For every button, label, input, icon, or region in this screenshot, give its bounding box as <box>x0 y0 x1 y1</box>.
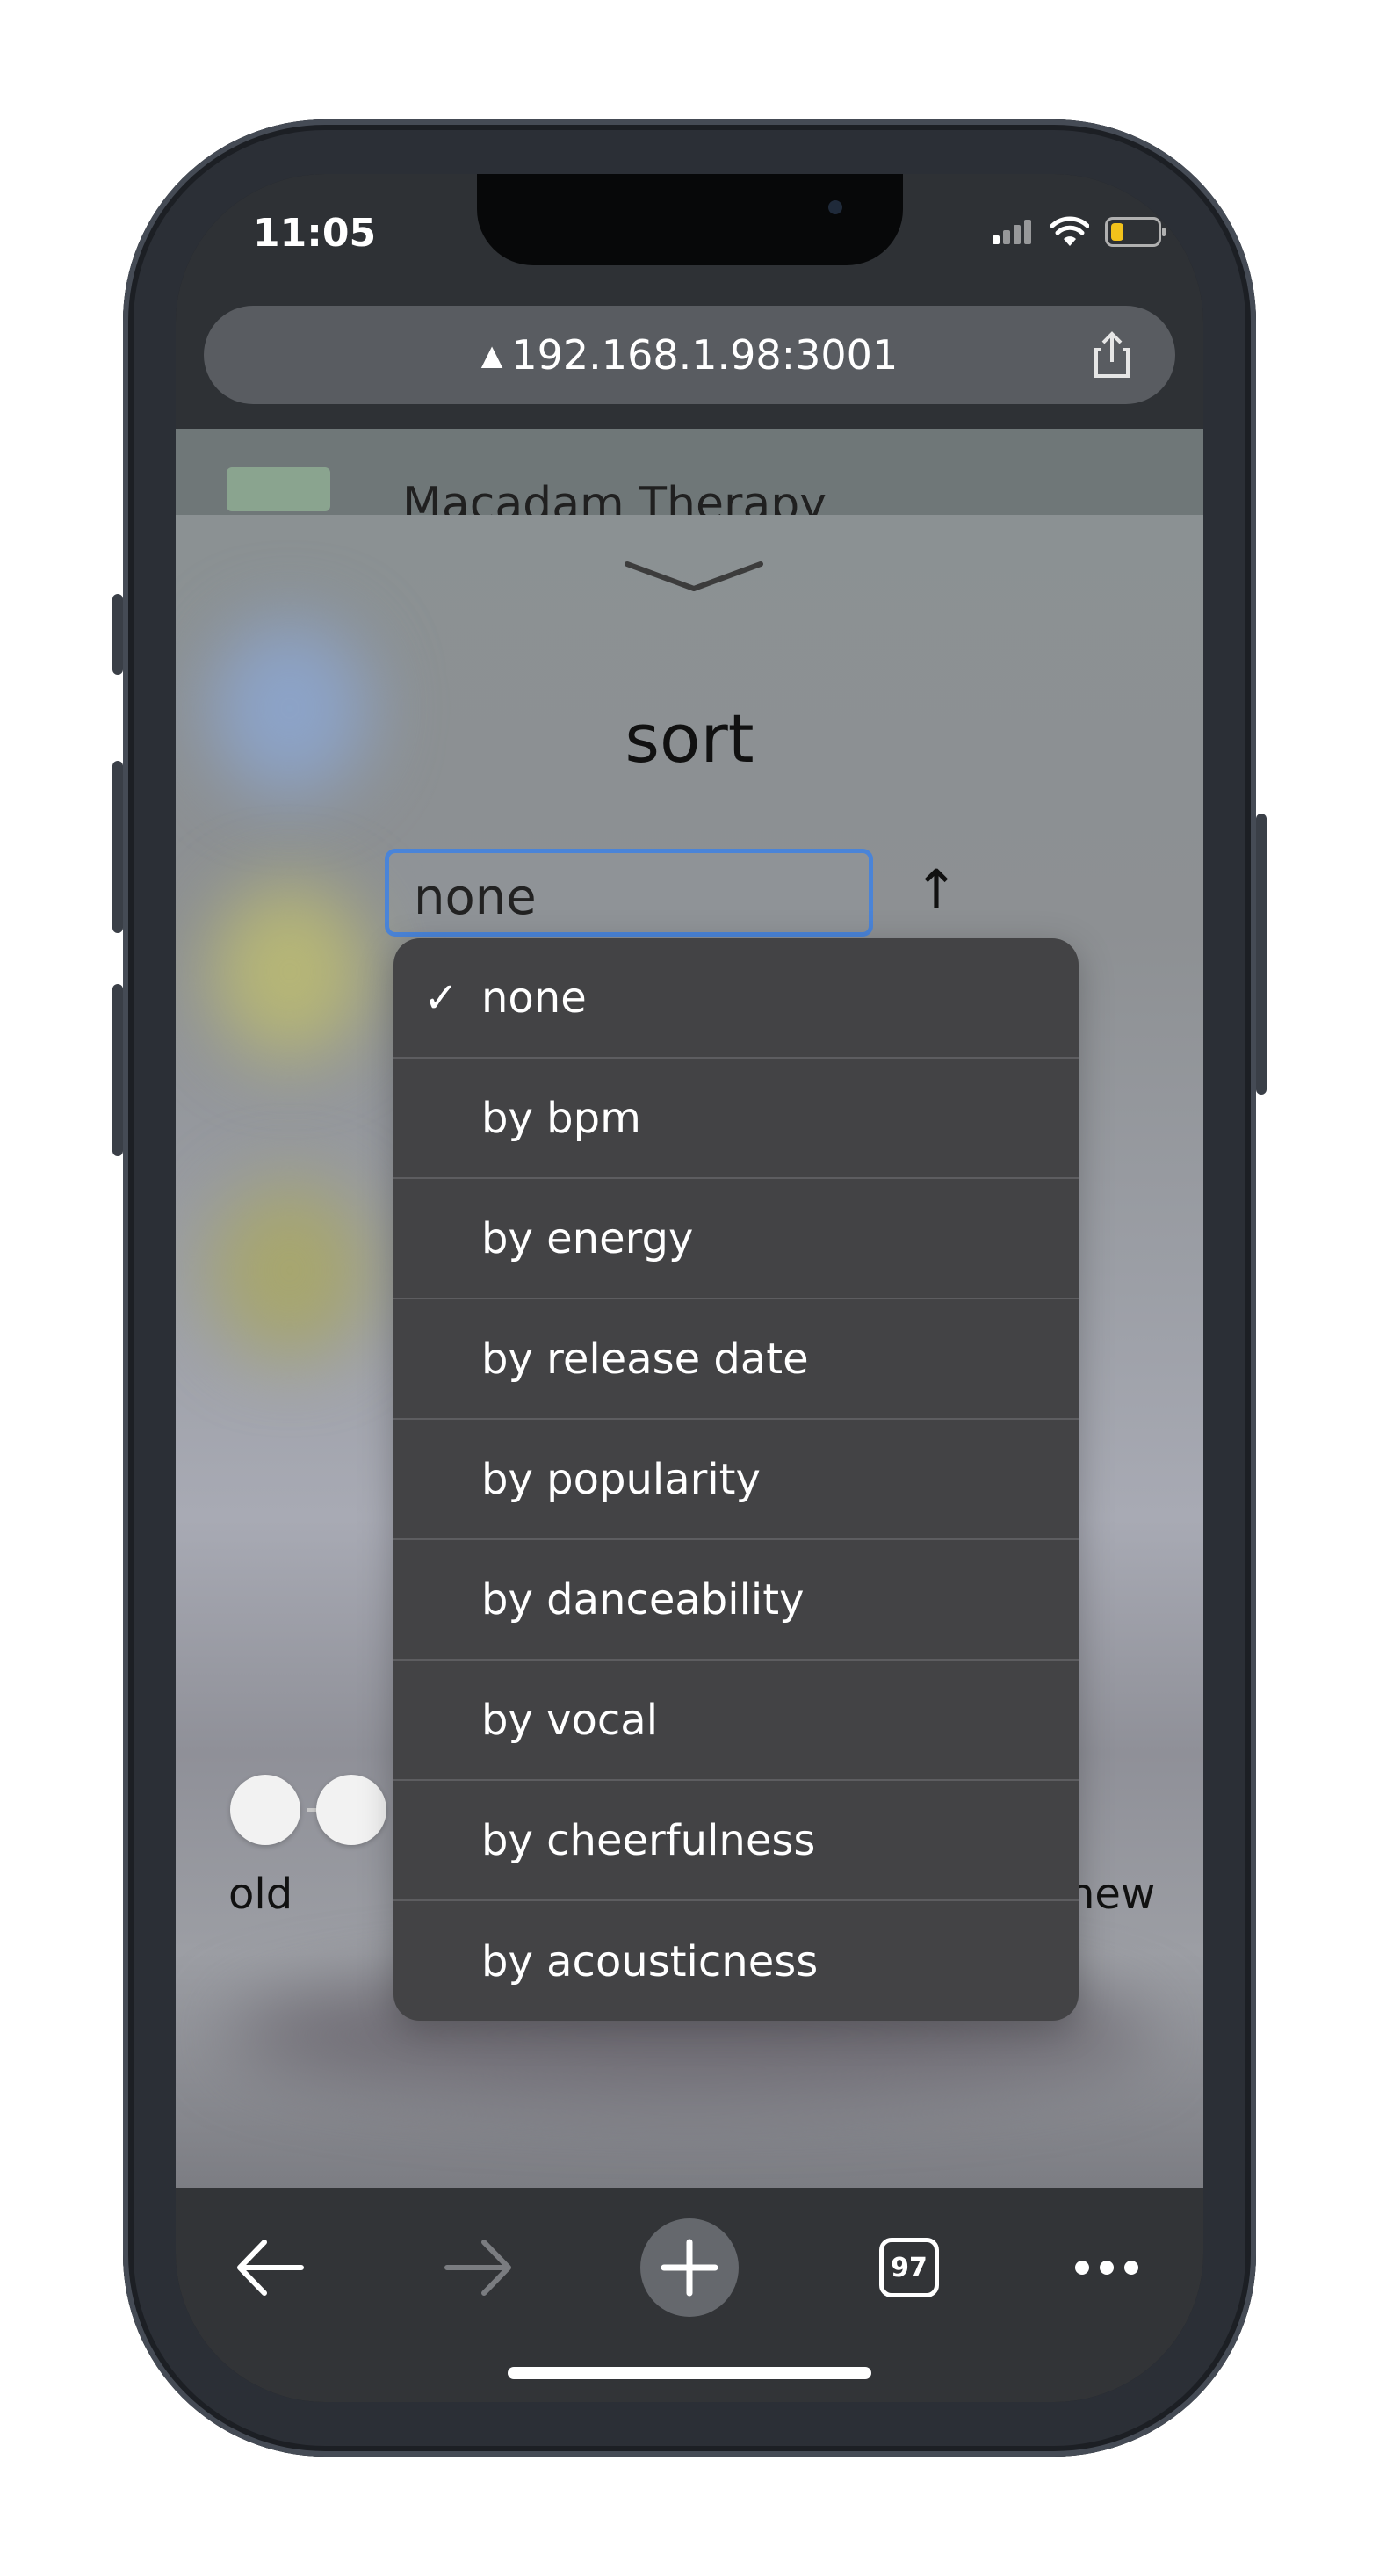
option-label: by popularity <box>481 1454 761 1504</box>
slider-label-old: old <box>228 1870 293 1919</box>
screen: 11:05 ▲ 192.168.1.98:3001 Macadam Therap… <box>176 174 1203 2402</box>
cellular-signal-icon <box>993 220 1035 244</box>
sort-direction-arrow-icon[interactable]: ↑ <box>913 857 959 922</box>
volume-up-button <box>112 761 123 933</box>
new-tab-button[interactable] <box>639 2218 740 2317</box>
option-label: by acousticness <box>481 1936 819 1986</box>
option-none[interactable]: ✓ none <box>393 938 1079 1059</box>
option-label: by release date <box>481 1334 809 1384</box>
status-bar: 11:05 <box>176 174 1203 297</box>
option-by-acousticness[interactable]: by acousticness <box>393 1901 1079 2021</box>
arrow-right-icon <box>444 2240 511 2296</box>
url-text: 192.168.1.98:3001 <box>511 331 899 379</box>
slider-label-new: new <box>1068 1870 1156 1919</box>
option-by-bpm[interactable]: by bpm <box>393 1059 1079 1179</box>
tab-count-icon: 97 <box>879 2238 939 2297</box>
mute-switch <box>112 594 123 675</box>
volume-down-button <box>112 984 123 1156</box>
battery-icon <box>1105 217 1166 247</box>
option-by-vocal[interactable]: by vocal <box>393 1661 1079 1781</box>
browser-address-bar: ▲ 192.168.1.98:3001 <box>176 297 1203 429</box>
plus-icon <box>640 2218 739 2317</box>
url-field[interactable]: ▲ 192.168.1.98:3001 <box>204 306 1175 404</box>
wifi-icon <box>1050 216 1089 246</box>
option-label: by energy <box>481 1213 694 1263</box>
status-icons <box>993 216 1166 248</box>
option-label: by bpm <box>481 1093 641 1143</box>
forward-button[interactable] <box>430 2219 527 2316</box>
dot-icon <box>1100 2261 1114 2275</box>
blurred-blob <box>211 884 369 1060</box>
sort-options-menu: ✓ none by bpm by energy by release date … <box>393 938 1079 2021</box>
dot-icon <box>1124 2261 1138 2275</box>
home-indicator <box>508 2367 871 2379</box>
option-by-energy[interactable]: by energy <box>393 1179 1079 1299</box>
checkmark-icon: ✓ <box>423 973 459 1023</box>
back-button[interactable] <box>221 2219 318 2316</box>
option-label: by danceability <box>481 1574 805 1624</box>
option-by-release-date[interactable]: by release date <box>393 1299 1079 1420</box>
sort-select-value: none <box>414 869 537 926</box>
album-thumbnail <box>227 467 330 511</box>
slider-knob-min[interactable] <box>230 1775 300 1845</box>
front-camera <box>828 200 842 214</box>
tabs-button[interactable]: 97 <box>861 2219 957 2316</box>
blurred-blob <box>211 1183 369 1358</box>
option-by-cheerfulness[interactable]: by cheerfulness <box>393 1781 1079 1901</box>
sort-title: sort <box>625 699 754 778</box>
sort-select[interactable]: none <box>385 849 873 937</box>
option-label: by cheerfulness <box>481 1815 816 1865</box>
more-menu-button[interactable] <box>1045 2219 1168 2316</box>
option-by-popularity[interactable]: by popularity <box>393 1420 1079 1540</box>
notch <box>477 174 903 265</box>
power-button <box>1256 814 1267 1095</box>
slider-knob-max[interactable] <box>316 1775 386 1845</box>
chevron-down-icon[interactable] <box>624 559 764 594</box>
arrow-left-icon <box>237 2240 304 2296</box>
dot-icon <box>1075 2261 1089 2275</box>
option-label: by vocal <box>481 1695 659 1745</box>
page-behind-sheet: Macadam Therapy <box>176 429 1203 531</box>
warning-triangle-icon: ▲ <box>480 338 503 372</box>
option-by-danceability[interactable]: by danceability <box>393 1540 1079 1661</box>
status-time: 11:05 <box>253 211 377 256</box>
option-label: none <box>481 973 587 1023</box>
share-icon[interactable] <box>1086 329 1138 381</box>
